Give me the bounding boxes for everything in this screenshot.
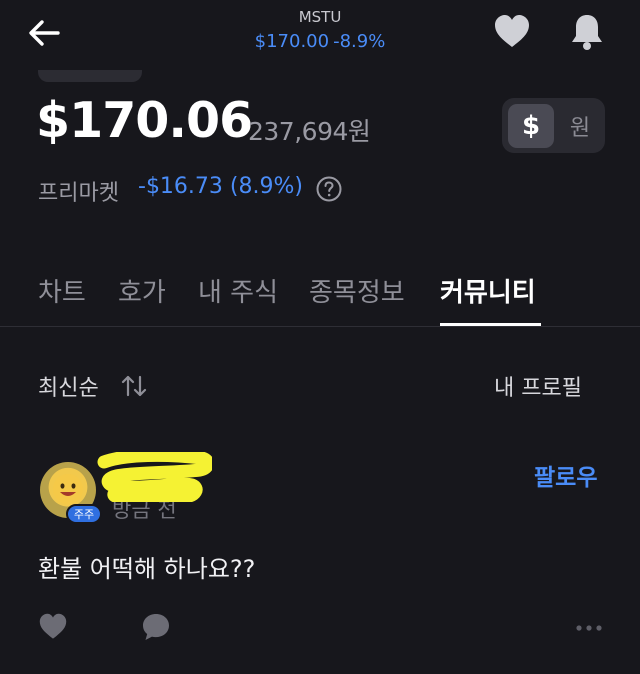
redaction-mark xyxy=(97,452,212,502)
like-button[interactable] xyxy=(38,613,68,641)
tab-my-stock[interactable]: 내 주식 xyxy=(198,272,278,309)
alert-button[interactable] xyxy=(567,12,607,52)
current-price: $170.06 xyxy=(36,92,253,149)
sort-arrows-icon xyxy=(121,375,147,397)
bell-icon xyxy=(572,15,602,50)
post-body[interactable]: 환불 어떡해 하나요?? xyxy=(38,549,255,584)
tab-community[interactable]: 커뮤니티 xyxy=(440,272,536,309)
my-profile-link[interactable]: 내 프로필 xyxy=(494,370,582,402)
favorite-button[interactable] xyxy=(493,14,531,50)
ticker-symbol: MSTU xyxy=(298,8,342,26)
heart-icon xyxy=(39,613,67,639)
more-options-button[interactable] xyxy=(574,620,604,634)
heart-icon xyxy=(495,15,529,47)
question-circle-icon xyxy=(316,176,342,202)
currency-usd-option[interactable]: $ xyxy=(508,104,554,148)
tab-chart[interactable]: 차트 xyxy=(38,272,86,309)
premarket-change: -$16.73 (8.9%) xyxy=(138,174,303,199)
more-dots-icon xyxy=(576,625,602,631)
tab-orderbook[interactable]: 호가 xyxy=(118,272,166,309)
currency-krw-option[interactable]: 원 xyxy=(560,104,600,148)
ticker-change: -8.9% xyxy=(333,31,386,52)
collapsed-header-hint xyxy=(38,70,142,82)
price-in-krw: 237,694원 xyxy=(248,117,371,146)
ticker-price-line: $170.00 -8.9% xyxy=(0,31,640,52)
premarket-label: 프리마켓 xyxy=(38,181,119,206)
comment-button[interactable] xyxy=(141,612,171,642)
ticker-price: $170.00 xyxy=(254,31,330,52)
tab-stock-info[interactable]: 종목정보 xyxy=(309,272,405,309)
sort-button[interactable] xyxy=(120,373,148,399)
shareholder-badge: 주주 xyxy=(66,504,102,524)
info-button[interactable] xyxy=(316,176,342,202)
speech-bubble-icon xyxy=(143,614,169,640)
tab-divider xyxy=(0,326,640,327)
follow-button[interactable]: 팔로우 xyxy=(534,458,597,492)
sort-dropdown[interactable]: 최신순 xyxy=(38,370,99,402)
